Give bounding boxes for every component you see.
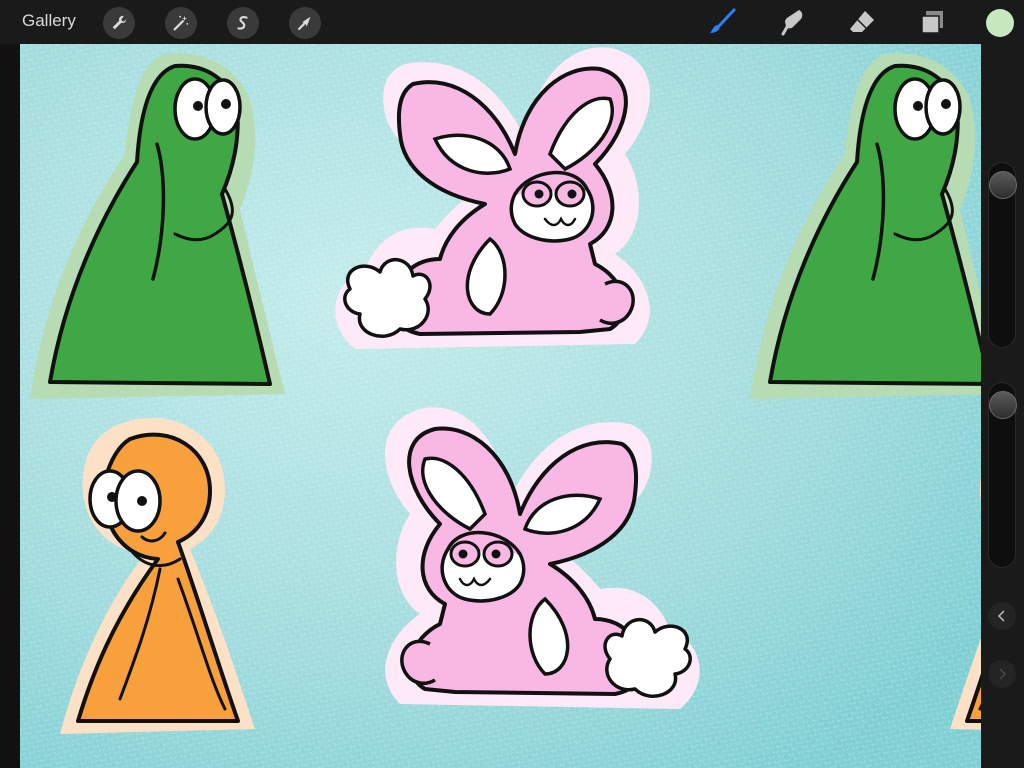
layers-icon xyxy=(921,11,943,34)
magic-wand-icon xyxy=(173,15,189,31)
smudge-tool-button[interactable] xyxy=(775,6,809,38)
adjustments-button[interactable] xyxy=(165,7,197,39)
opacity-thumb[interactable] xyxy=(989,391,1017,419)
gallery-button[interactable]: Gallery xyxy=(22,11,76,31)
smudge-icon xyxy=(781,10,803,36)
brush-icon xyxy=(710,8,736,33)
transform-button[interactable] xyxy=(289,7,321,39)
layers-button[interactable] xyxy=(915,6,949,38)
wrench-icon xyxy=(112,15,127,30)
redo-button[interactable] xyxy=(988,660,1016,688)
selection-button[interactable] xyxy=(227,7,259,39)
selection-s-icon xyxy=(237,16,248,30)
eraser-icon xyxy=(850,11,874,32)
actions-button[interactable] xyxy=(103,7,135,39)
brush-size-thumb[interactable] xyxy=(989,171,1017,199)
brush-tool-button[interactable] xyxy=(705,6,739,38)
eraser-tool-button[interactable] xyxy=(845,6,879,38)
artwork xyxy=(20,44,981,768)
top-toolbar: Gallery xyxy=(0,0,1024,44)
transform-arrow-icon xyxy=(298,16,311,30)
chevron-right-icon xyxy=(999,668,1007,680)
undo-button[interactable] xyxy=(988,602,1016,630)
opacity-slider[interactable] xyxy=(988,382,1017,568)
right-sidebar xyxy=(981,44,1024,768)
chevron-left-icon xyxy=(997,610,1005,622)
drawing-canvas[interactable] xyxy=(20,44,981,768)
active-color-swatch[interactable] xyxy=(986,9,1014,37)
brush-size-slider[interactable] xyxy=(988,162,1017,348)
